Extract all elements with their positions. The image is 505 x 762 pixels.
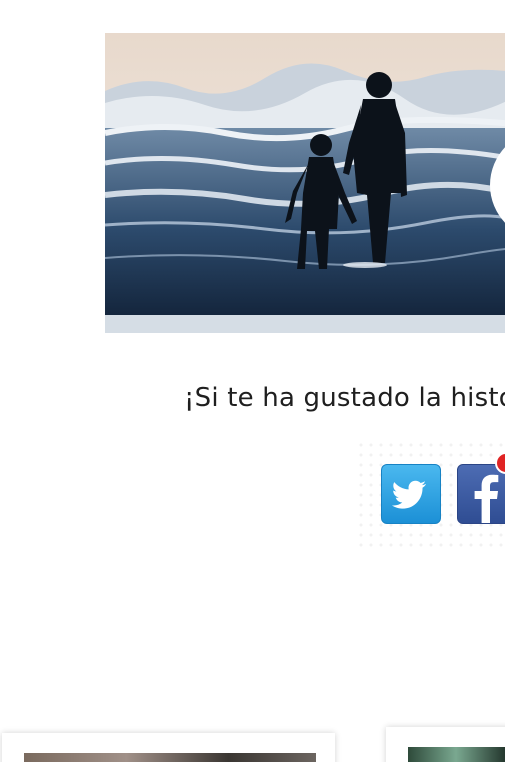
share-prompt-text: ¡Si te ha gustado la histo (184, 383, 505, 413)
beach-photo (105, 33, 505, 333)
twitter-share-button[interactable] (381, 464, 441, 524)
facebook-f-icon (474, 474, 499, 523)
hero-image (105, 33, 505, 333)
related-post-card[interactable] (386, 727, 505, 762)
facebook-share-button[interactable] (457, 464, 505, 524)
blog-post-page: ¡Si te ha gustado la histo (0, 0, 505, 762)
twitter-bird-icon (391, 480, 426, 509)
related-post-thumbnail (408, 747, 505, 762)
related-post-card[interactable] (2, 733, 335, 762)
related-post-thumbnail (24, 753, 316, 762)
